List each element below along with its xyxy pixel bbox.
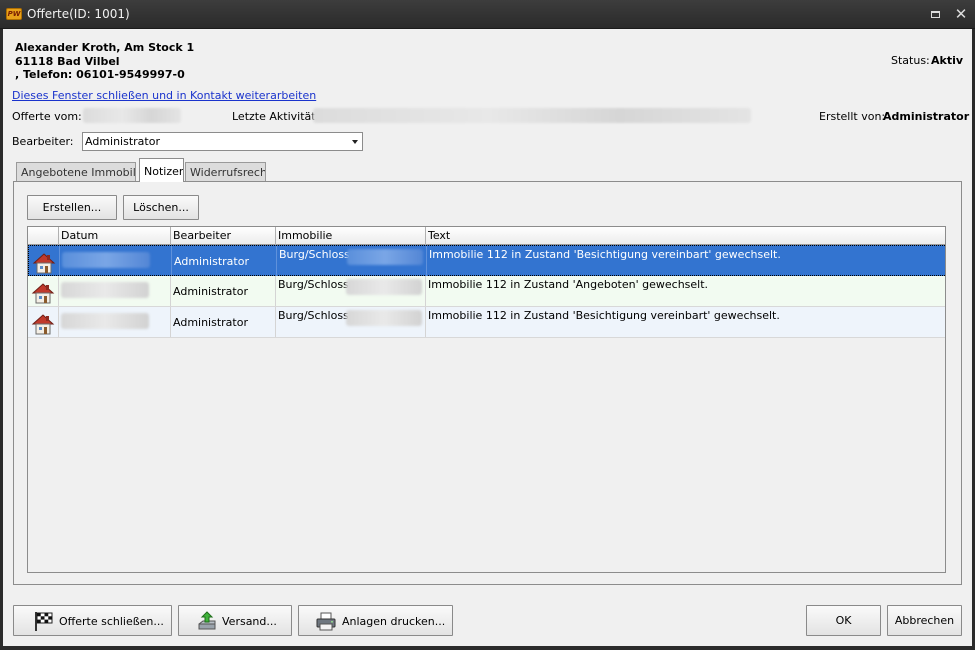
send-tray-icon [198, 611, 216, 630]
maximize-button[interactable] [925, 5, 945, 23]
immobilie-text: Burg/Schloss, [278, 278, 353, 291]
immobilie-value-redacted [346, 310, 422, 326]
text-cell: Immobilie 112 in Zustand 'Besichtigung v… [428, 309, 780, 322]
contact-address: Alexander Kroth, Am Stock 1 61118 Bad Vi… [15, 41, 194, 82]
datum-value-redacted [62, 252, 150, 268]
datum-value-redacted [61, 313, 149, 329]
datum-cell [59, 276, 171, 306]
close-icon: ✕ [954, 5, 968, 23]
close-window-button[interactable]: ✕ [951, 5, 971, 23]
cancel-button[interactable]: Abbrechen [887, 605, 962, 636]
immobilie-text: Burg/Schloss, [279, 248, 354, 261]
column-header-icon [28, 227, 59, 245]
delete-note-button[interactable]: Löschen... [123, 195, 199, 220]
datum-cell [59, 307, 171, 337]
maximize-icon [930, 11, 940, 18]
bearbeiter-select[interactable]: Administrator [82, 132, 363, 151]
erstellt-von-value: Administrator [883, 110, 970, 123]
window-title: Offerte(ID: 1001) [27, 7, 130, 21]
house-icon [31, 283, 55, 304]
tab-notizen[interactable]: Notizen [139, 158, 184, 182]
immobilie-cell: Burg/Schloss, [276, 276, 426, 306]
ok-button[interactable]: OK [806, 605, 881, 636]
column-header-datum[interactable]: Datum [59, 227, 171, 245]
close-offer-button[interactable]: Offerte schließen... [13, 605, 172, 636]
datum-value-redacted [61, 282, 149, 298]
immobilie-value-redacted [347, 249, 423, 265]
bearbeiter-select-value: Administrator [85, 135, 160, 148]
immobilie-text: Burg/Schloss, [278, 309, 353, 322]
chevron-down-icon [352, 140, 358, 144]
print-attachments-label: Anlagen drucken... [342, 615, 446, 628]
address-line-3: , Telefon: 06101-9549997-0 [15, 68, 185, 81]
notes-grid[interactable]: Datum Bearbeiter Immobilie Text Administ… [27, 226, 946, 573]
contact-link[interactable]: Dieses Fenster schließen und in Kontakt … [12, 89, 316, 102]
datum-cell [60, 246, 172, 276]
tab-widerrufsrecht[interactable]: Widerrufsrecht [185, 162, 266, 182]
column-header-bearbeiter[interactable]: Bearbeiter [171, 227, 276, 245]
immobilie-cell: Burg/Schloss, [277, 246, 427, 276]
tab-angebotene-immobilien[interactable]: Angebotene Immobilien [16, 162, 136, 182]
letzte-aktivitaet-label: Letzte Aktivität: [232, 110, 320, 123]
table-row[interactable]: Administrator Burg/Schloss, Immobilie 11… [28, 307, 945, 338]
row-icon-cell [28, 276, 59, 306]
address-line-2: 61118 Bad Vilbel [15, 54, 120, 68]
notizen-panel: Erstellen... Löschen... Datum Bearbeiter… [13, 181, 962, 585]
immobilie-cell: Burg/Schloss, [276, 307, 426, 337]
grid-header: Datum Bearbeiter Immobilie Text [28, 227, 945, 245]
text-cell: Immobilie 112 in Zustand 'Besichtigung v… [429, 248, 781, 261]
offerte-vom-value-redacted [83, 108, 181, 123]
offerte-vom-label: Offerte vom: [12, 110, 82, 123]
bearbeiter-label: Bearbeiter: [12, 135, 74, 148]
erstellt-von-label: Erstellt von: [819, 110, 886, 123]
table-row[interactable]: Administrator Burg/Schloss, Immobilie 11… [28, 245, 945, 276]
close-offer-label: Offerte schließen... [59, 615, 164, 628]
status-label: Status: [891, 54, 930, 67]
send-button[interactable]: Versand... [178, 605, 292, 636]
row-icon-cell [29, 246, 60, 276]
bearbeiter-cell: Administrator [172, 246, 277, 276]
table-row[interactable]: Administrator Burg/Schloss, Immobilie 11… [28, 276, 945, 307]
checkered-flag-icon [35, 612, 53, 631]
immobilie-value-redacted [346, 279, 422, 295]
bearbeiter-cell: Administrator [171, 276, 276, 306]
column-header-immobilie[interactable]: Immobilie [276, 227, 426, 245]
house-icon [31, 314, 55, 335]
printer-icon [316, 612, 336, 631]
send-label: Versand... [222, 615, 277, 628]
app-logo-icon: PW [6, 8, 22, 20]
column-header-text[interactable]: Text [426, 227, 945, 245]
address-line-1: Alexander Kroth, Am Stock 1 [15, 41, 195, 54]
window-client: Alexander Kroth, Am Stock 1 61118 Bad Vi… [3, 29, 972, 646]
create-note-button[interactable]: Erstellen... [27, 195, 117, 220]
bearbeiter-cell: Administrator [171, 307, 276, 337]
house-icon [32, 253, 56, 274]
title-bar: PW Offerte(ID: 1001) ✕ [0, 0, 975, 29]
row-icon-cell [28, 307, 59, 337]
text-cell: Immobilie 112 in Zustand 'Angeboten' gew… [428, 278, 709, 291]
print-attachments-button[interactable]: Anlagen drucken... [298, 605, 453, 636]
status-value: Aktiv [931, 54, 964, 67]
letzte-aktivitaet-value-redacted [313, 108, 751, 123]
